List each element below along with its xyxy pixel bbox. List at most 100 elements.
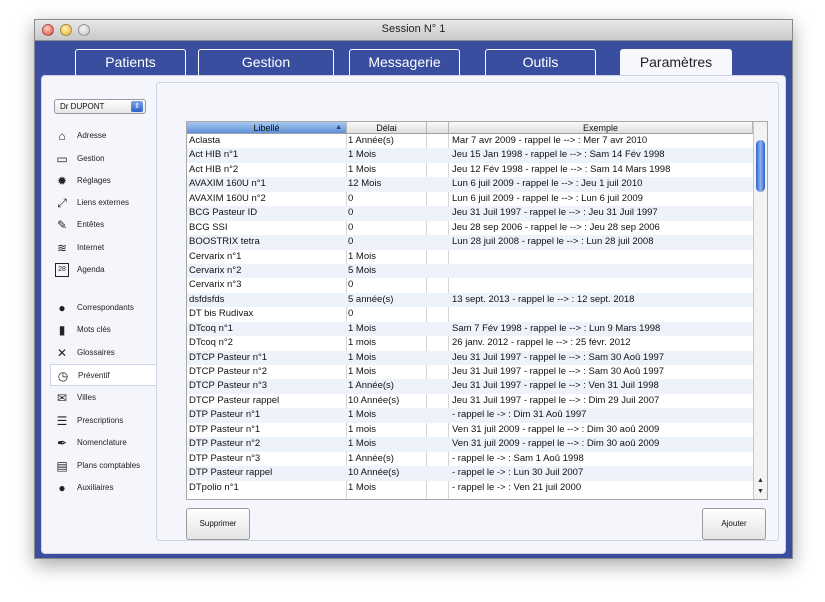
cell-exemple: Jeu 31 Juil 1997 - rappel le --> : Dim 2… bbox=[452, 394, 660, 406]
delete-button[interactable]: Supprimer bbox=[186, 508, 250, 540]
cell-delai: 1 mois bbox=[348, 423, 376, 435]
home-icon: ⌂ bbox=[58, 129, 66, 143]
table-body: Aclasta 1 Année(s) Mar 7 avr 2009 - rappel… bbox=[187, 134, 753, 495]
cell-libelle: BOOSTRIX tetra bbox=[189, 236, 260, 248]
tab-parametres[interactable]: Paramètres bbox=[620, 49, 732, 77]
grid-icon: ▤ bbox=[56, 459, 68, 473]
cell-delai: 1 Mois bbox=[348, 163, 376, 175]
tools-icon: ✕ bbox=[56, 346, 68, 360]
table-row[interactable]: BCG Pasteur ID 0 Jeu 31 Juil 1997 - rappel… bbox=[187, 206, 753, 221]
sidebar-item[interactable]: ◷ Préventif bbox=[50, 364, 156, 386]
sidebar-item[interactable]: ≋ Internet bbox=[42, 237, 156, 259]
cell-exemple: - rappel le -> : Ven 21 juil 2000 bbox=[452, 481, 582, 493]
table-row[interactable]: Cervarix n°3 0 bbox=[187, 278, 753, 292]
cell-delai: 1 Mois bbox=[348, 351, 376, 363]
scroll-thumb[interactable] bbox=[756, 140, 765, 192]
sidebar-item-label: Entêtes bbox=[77, 220, 105, 229]
column-header-delai[interactable]: Délai bbox=[347, 122, 427, 134]
cell-libelle: dsfdsfds bbox=[189, 293, 225, 305]
table-row[interactable]: dsfdsfds 5 année(s) 13 sept. 2013 - rappel… bbox=[187, 292, 753, 308]
table-row[interactable]: DTpolio n°1 1 Mois - rappel le -> : Ven 2… bbox=[187, 481, 753, 495]
scroll-down-icon[interactable]: ▼ bbox=[754, 487, 767, 497]
sidebar-item[interactable]: ▤ Plans comptables bbox=[42, 455, 156, 477]
cell-libelle: BCG SSI bbox=[189, 221, 228, 233]
sidebar-item[interactable]: ▭ Gestion bbox=[42, 148, 156, 170]
table-row[interactable]: DTcoq n°1 1 Mois Sam 7 Fév 1998 - rappel l… bbox=[187, 321, 753, 337]
table-row[interactable]: DTCP Pasteur rappel 10 Année(s) Jeu 31 Jui… bbox=[187, 394, 753, 408]
table-row[interactable]: DTP Pasteur n°3 1 Année(s) - rappel le ->… bbox=[187, 452, 753, 466]
table-row[interactable]: DTcoq n°2 1 mois 26 janv. 2012 - rappel le… bbox=[187, 336, 753, 350]
cell-libelle: DTcoq n°1 bbox=[189, 322, 233, 334]
cell-libelle: AVAXIM 160U n°1 bbox=[189, 178, 266, 190]
cell-delai: 1 Mois bbox=[348, 409, 376, 421]
sort-ascending-icon: ▲ bbox=[335, 124, 342, 131]
sidebar-item[interactable]: ☰ Prescriptions bbox=[42, 410, 156, 432]
sidebar-item[interactable]: 28 Agenda bbox=[42, 259, 156, 281]
sidebar-item-label: Agenda bbox=[77, 265, 105, 274]
table-row[interactable]: Act HIB n°1 1 Mois Jeu 15 Jan 1998 - rappe… bbox=[187, 148, 753, 163]
scroll-up-icon[interactable]: ▲ bbox=[754, 476, 767, 486]
table-row[interactable]: DTP Pasteur n°2 1 Mois Ven 31 juil 2009 - … bbox=[187, 437, 753, 452]
table-row[interactable]: DTCP Pasteur n°2 1 Mois Jeu 31 Juil 1997 -… bbox=[187, 365, 753, 379]
cell-exemple: - rappel le -> : Sam 1 Aoû 1998 bbox=[452, 452, 584, 464]
cell-exemple: Jeu 31 Juil 1997 - rappel le --> : Sam 3… bbox=[452, 351, 665, 363]
tab-outils[interactable]: Outils bbox=[485, 49, 596, 75]
table-row[interactable]: Cervarix n°1 1 Mois bbox=[187, 250, 753, 264]
table-row[interactable]: Cervarix n°2 5 Mois bbox=[187, 263, 753, 279]
edit-icon: ✎ bbox=[56, 218, 68, 232]
column-header-libelle[interactable]: Libellé ▲ bbox=[187, 122, 347, 134]
table-row[interactable]: DTP Pasteur rappel 10 Année(s) - rappel l… bbox=[187, 466, 753, 481]
table-row[interactable]: BCG SSI 0 Jeu 28 sep 2006 - rappel le --> … bbox=[187, 221, 753, 235]
sidebar-item[interactable]: ✹ Réglages bbox=[42, 170, 156, 192]
cell-libelle: Act HIB n°1 bbox=[189, 149, 239, 161]
column-header-check[interactable] bbox=[427, 122, 449, 134]
vaccines-table[interactable]: Libellé ▲ Délai Exemple Aclasta 1 Année(s… bbox=[186, 121, 768, 500]
sidebar-item[interactable]: ⌂ Adresse bbox=[42, 125, 156, 147]
sidebar-item[interactable]: ▮ Mots clés bbox=[42, 319, 156, 341]
sidebar-item[interactable]: ✉ Villes bbox=[42, 387, 156, 409]
column-header-exemple[interactable]: Exemple bbox=[449, 122, 753, 134]
tab-patients[interactable]: Patients bbox=[75, 49, 186, 75]
table-row[interactable]: DTP Pasteur n°1 1 mois Ven 31 juil 2009 - … bbox=[187, 423, 753, 437]
sidebar-item[interactable]: ✕ Glossaires bbox=[42, 342, 156, 364]
cell-delai: 1 Mois bbox=[348, 366, 376, 377]
cell-exemple: 26 janv. 2012 - rappel le --> : 25 févr.… bbox=[452, 337, 631, 349]
cell-libelle: DT bis Rudivax bbox=[189, 308, 254, 320]
sidebar-item-label: Plans comptables bbox=[77, 461, 141, 470]
table-row[interactable]: Act HIB n°2 1 Mois Jeu 12 Fév 1998 - rappe… bbox=[187, 163, 753, 177]
settings-panel: Dr DUPONT ⇕ ⌂ Adresse ▭ Gestion ✹ Réglages ⤢ Li… bbox=[41, 75, 786, 554]
sidebar-item[interactable]: ✒ Nomenclature bbox=[42, 432, 156, 454]
tab-messagerie[interactable]: Messagerie bbox=[349, 49, 460, 75]
table-row[interactable]: DTCP Pasteur n°1 1 Mois Jeu 31 Juil 1997 -… bbox=[187, 350, 753, 365]
cell-exemple: Lun 28 juil 2008 - rappel le --> : Lun 2… bbox=[452, 236, 654, 248]
cell-exemple: - rappel le -> : Lun 30 Juil 2007 bbox=[452, 467, 584, 479]
cell-delai: 1 Année(s) bbox=[348, 452, 394, 464]
cell-exemple: 13 sept. 2013 - rappel le --> : 12 sept.… bbox=[452, 293, 635, 305]
table-row[interactable]: AVAXIM 160U n°1 12 Mois Lun 6 juil 2009 - … bbox=[187, 177, 753, 192]
vertical-scrollbar[interactable]: ▲ ▼ bbox=[753, 122, 767, 499]
doctor-select[interactable]: Dr DUPONT ⇕ bbox=[54, 99, 146, 114]
cell-delai: 1 Mois bbox=[348, 481, 376, 493]
cell-delai: 1 Mois bbox=[348, 438, 376, 450]
table-row[interactable]: BOOSTRIX tetra 0 Lun 28 juil 2008 - rappel… bbox=[187, 235, 753, 250]
preventif-content: Libellé ▲ Délai Exemple Aclasta 1 Année(s… bbox=[156, 82, 779, 541]
sidebar-item-label: Internet bbox=[77, 243, 105, 252]
cell-delai: 1 Mois bbox=[348, 149, 376, 161]
table-row[interactable]: AVAXIM 160U n°2 0 Lun 6 juil 2009 - rappel… bbox=[187, 192, 753, 206]
table-row[interactable]: DT bis Rudivax 0 bbox=[187, 307, 753, 321]
sidebar-item-label: Nomenclature bbox=[77, 438, 127, 447]
cell-exemple: Jeu 12 Fév 1998 - rappel le --> : Sam 14… bbox=[452, 163, 671, 175]
table-row[interactable]: DTCP Pasteur n°3 1 Année(s) Jeu 31 Juil 19… bbox=[187, 379, 753, 394]
add-button[interactable]: Ajouter bbox=[702, 508, 766, 540]
cell-libelle: Aclasta bbox=[189, 135, 221, 146]
table-row[interactable]: Aclasta 1 Année(s) Mar 7 avr 2009 - rappel… bbox=[187, 134, 753, 148]
sidebar-item[interactable]: ⤢ Liens externes bbox=[42, 192, 156, 214]
cell-libelle: DTP Pasteur n°1 bbox=[189, 409, 261, 421]
cell-libelle: Act HIB n°2 bbox=[189, 163, 239, 175]
tab-gestion[interactable]: Gestion bbox=[198, 49, 334, 75]
table-row[interactable]: DTP Pasteur n°1 1 Mois - rappel le -> : D… bbox=[187, 408, 753, 423]
cell-exemple: Lun 6 juil 2009 - rappel le --> : Jeu 1 … bbox=[452, 178, 643, 190]
sidebar-item[interactable]: ● Auxiliaires bbox=[42, 477, 156, 499]
sidebar-item[interactable]: ● Correspondants bbox=[42, 297, 156, 319]
sidebar-item[interactable]: ✎ Entêtes bbox=[42, 214, 156, 236]
